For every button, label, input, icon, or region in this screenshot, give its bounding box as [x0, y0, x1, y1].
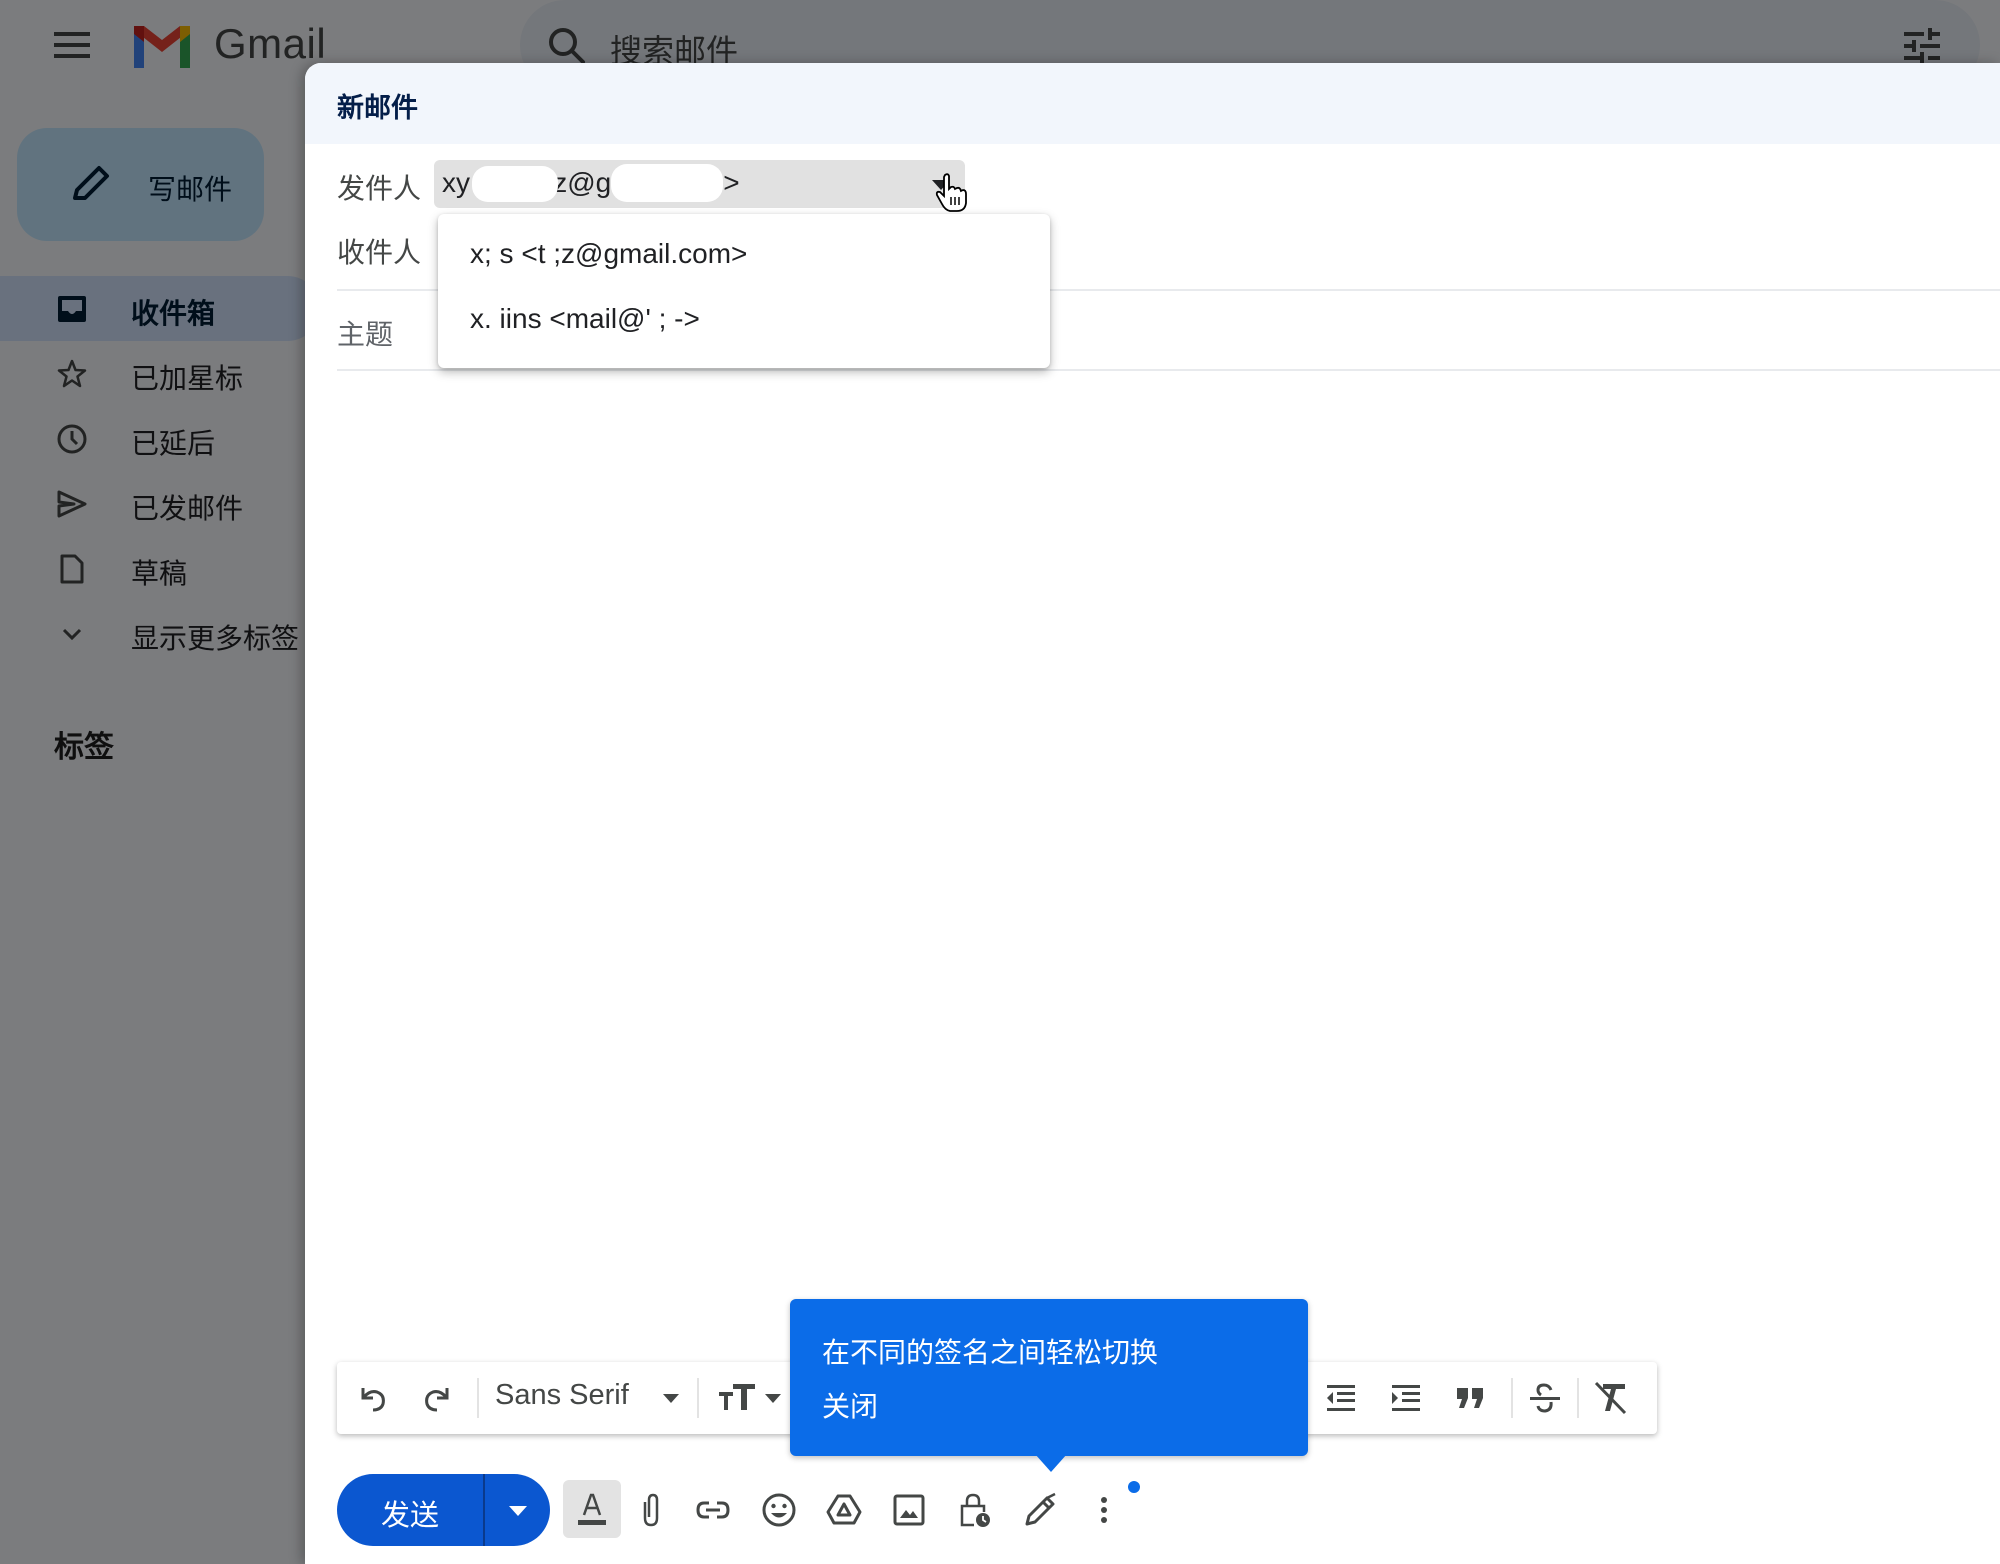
redaction [472, 166, 558, 202]
pen-icon [1025, 1492, 1056, 1526]
tooltip-arrow [1035, 1454, 1067, 1472]
send-label: 发送 [380, 1500, 439, 1532]
more-options-button[interactable] [1080, 1486, 1128, 1534]
insert-link-button[interactable] [689, 1486, 737, 1534]
attach-file-button[interactable] [627, 1486, 675, 1534]
text-size-caret-icon[interactable] [765, 1394, 781, 1403]
formatting-options-button[interactable] [563, 1480, 621, 1538]
indent-less-icon[interactable] [1323, 1380, 1359, 1416]
google-drive-icon [826, 1494, 862, 1525]
separator [1577, 1378, 1579, 1418]
text-size-icon[interactable] [717, 1380, 761, 1416]
compose-header: 新邮件 [305, 63, 2000, 144]
from-option[interactable]: x. iins <mail@' ; -> [438, 289, 1050, 353]
redaction [611, 164, 723, 202]
lock-clock-icon [960, 1493, 990, 1527]
separator [1511, 1378, 1513, 1418]
notification-dot [1128, 1481, 1140, 1493]
remove-formatting-icon[interactable] [1593, 1380, 1629, 1416]
font-dropdown-caret-icon[interactable] [663, 1394, 679, 1403]
strikethrough-icon[interactable] [1527, 1380, 1563, 1416]
compose-window: 新邮件 发件人 xy ins <t z@gmail.com> 收件人 主题 x;… [305, 63, 2000, 1564]
tooltip-message: 在不同的签名之间轻松切换 [822, 1337, 1159, 1368]
signature-tooltip: 在不同的签名之间轻松切换 关闭 [790, 1299, 1308, 1472]
text-format-icon [578, 1493, 606, 1525]
divider [337, 369, 2000, 371]
indent-more-icon[interactable] [1388, 1380, 1424, 1416]
insert-photo-button[interactable] [885, 1486, 933, 1534]
quote-icon[interactable] [1453, 1380, 1489, 1416]
compose-title: 新邮件 [337, 93, 418, 123]
from-option[interactable]: x; s <t ;z@gmail.com> [438, 224, 1050, 288]
insert-drive-button[interactable] [820, 1486, 868, 1534]
caret-down-icon [509, 1506, 527, 1516]
insert-emoji-button[interactable] [755, 1486, 803, 1534]
from-option-label: x; s <t ;z@gmail.com> [470, 238, 748, 269]
subject-input[interactable]: 主题 [337, 313, 393, 353]
insert-signature-button[interactable] [1015, 1486, 1063, 1534]
undo-icon[interactable] [355, 1380, 391, 1416]
hand-cursor-icon [935, 173, 967, 212]
to-label: 收件人 [337, 237, 422, 268]
separator [477, 1378, 479, 1418]
font-select[interactable]: Sans Serif [495, 1379, 629, 1412]
send-button[interactable]: 发送 [337, 1474, 550, 1546]
more-vert-icon [1101, 1497, 1107, 1523]
link-icon [696, 1501, 730, 1519]
confidential-mode-button[interactable] [950, 1486, 998, 1534]
from-dropdown-menu: x; s <t ;z@gmail.com> x. iins <mail@' ; … [438, 214, 1050, 368]
tooltip-close-button[interactable]: 关闭 [822, 1385, 878, 1425]
photo-icon [893, 1494, 925, 1526]
paperclip-icon [643, 1493, 659, 1527]
from-label: 发件人 [337, 173, 422, 204]
separator [697, 1378, 699, 1418]
emoji-icon [762, 1493, 796, 1527]
from-select[interactable]: xy ins <t z@gmail.com> [434, 160, 965, 208]
from-option-label: x. iins <mail@' ; -> [470, 303, 700, 334]
redo-icon[interactable] [419, 1380, 455, 1416]
schedule-send-button[interactable] [485, 1474, 550, 1546]
